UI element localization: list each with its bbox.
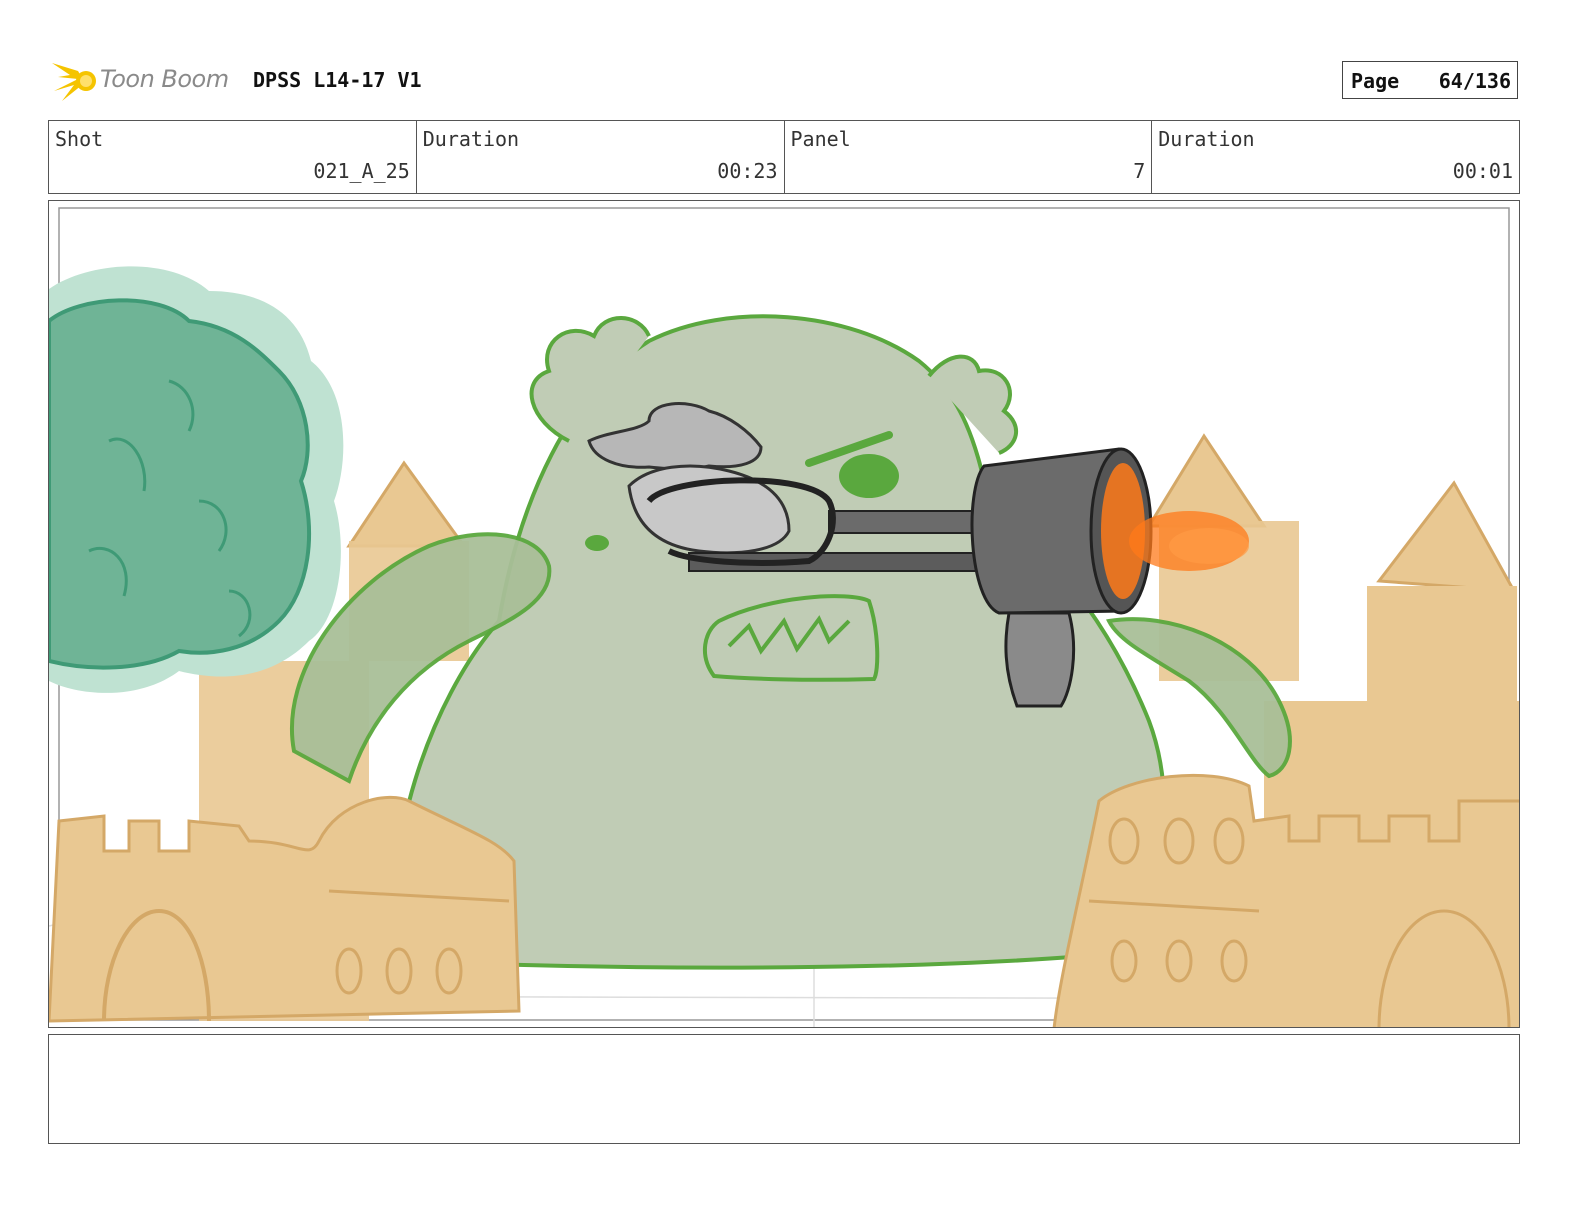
panel-label: Panel <box>790 127 851 151</box>
shot-value: 021_A_25 <box>313 159 410 183</box>
panel-drawing <box>49 207 1519 1027</box>
shot-info-row: Shot 021_A_25 Duration 00:23 Panel 7 Dur… <box>48 120 1520 194</box>
page-label: Page <box>1351 69 1400 93</box>
shot-duration-cell: Duration 00:23 <box>417 121 785 193</box>
starburst-icon <box>52 63 96 101</box>
shot-duration-label: Duration <box>422 127 520 151</box>
document-title: DPSS L14-17 V1 <box>253 68 422 92</box>
page-header: Toon Boom DPSS L14-17 V1 Page 64/136 <box>48 55 1520 107</box>
storyboard-panel <box>48 200 1520 1028</box>
tree-bush <box>49 266 344 693</box>
logo-wordmark: Toon Boom <box>100 65 229 93</box>
shot-cell: Shot 021_A_25 <box>49 121 417 193</box>
panel-duration-cell: Duration 00:01 <box>1152 121 1519 193</box>
page-number: 64/136 <box>1438 69 1511 93</box>
muzzle-flash <box>1129 511 1249 571</box>
panel-duration-label: Duration <box>1158 127 1255 151</box>
panel-value: 7 <box>1133 159 1146 183</box>
shot-duration-value: 00:23 <box>717 159 778 183</box>
shot-label: Shot <box>55 127 104 151</box>
page-indicator: Page 64/136 <box>1342 61 1518 99</box>
panel-duration-value: 00:01 <box>1452 159 1513 183</box>
panel-cell: Panel 7 <box>785 121 1153 193</box>
action-notes-box <box>48 1034 1520 1144</box>
toon-boom-logo: Toon Boom <box>48 55 238 107</box>
